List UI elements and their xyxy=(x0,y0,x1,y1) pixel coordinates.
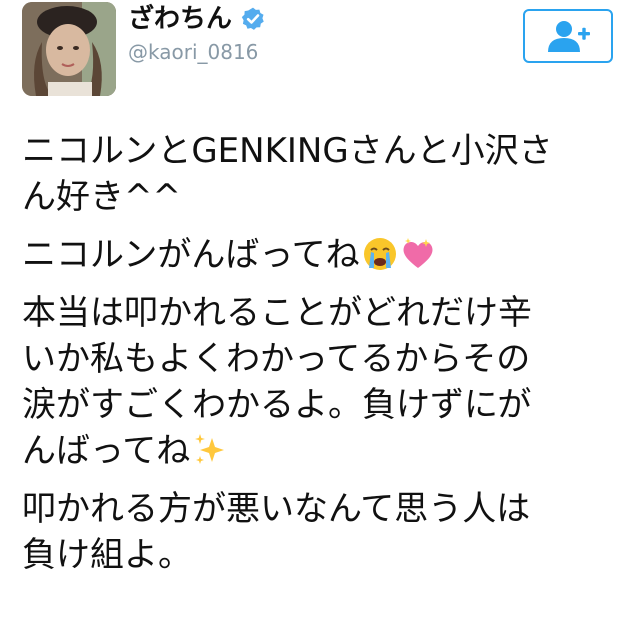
tweet-paragraph: ニコルンがんばってね xyxy=(22,232,622,278)
tweet-line: ん好き^^ xyxy=(22,177,181,217)
tweet-paragraph: 本当は叩かれることがどれだけ辛 いか私もよくわかってるからその 涙がすごくわかる… xyxy=(22,290,622,474)
tweet-line: 叩かれる方が悪いなんて思う人は xyxy=(22,489,531,529)
tweet-paragraph: ニコルンとGENKINGさんと小沢さ ん好き^^ xyxy=(22,128,622,220)
sparkling-heart-emoji-icon xyxy=(403,238,433,268)
tweet-line: ニコルンがんばってね xyxy=(22,235,360,275)
name-row: ざわちん xyxy=(128,4,266,34)
tweet-paragraph: 叩かれる方が悪いなんて思う人は 負け組よ。 xyxy=(22,486,622,578)
tweet-body: ニコルンとGENKINGさんと小沢さ ん好き^^ ニコルンがんばってね 本当は叩… xyxy=(22,128,622,590)
display-name[interactable]: ざわちん xyxy=(128,4,232,34)
crying-face-emoji-icon xyxy=(363,238,396,270)
avatar-photo-icon xyxy=(22,2,116,96)
tweet-line: 本当は叩かれることがどれだけ辛 xyxy=(22,293,532,333)
avatar[interactable] xyxy=(22,2,116,96)
tweet-header: ざわちん @kaori_0816 xyxy=(0,0,640,100)
tweet-line-with-emoji: ニコルンがんばってね xyxy=(22,232,622,278)
tweet-card: ざわちん @kaori_0816 ニコルンとGENKINGさんと小沢さ ん好き^… xyxy=(0,0,640,625)
tweet-line-with-emoji: んばってね xyxy=(22,428,622,474)
user-handle[interactable]: @kaori_0816 xyxy=(128,40,258,64)
tweet-line: 涙がすごくわかるよ。負けずにが xyxy=(22,385,532,425)
sparkles-emoji-icon xyxy=(195,434,225,464)
verified-badge-icon xyxy=(241,7,264,30)
add-user-icon xyxy=(548,21,590,52)
follow-button[interactable] xyxy=(523,9,613,63)
tweet-line: 負け組よ。 xyxy=(22,535,192,575)
tweet-line: ニコルンとGENKINGさんと小沢さ xyxy=(22,131,553,171)
tweet-line: んばってね xyxy=(22,431,191,471)
tweet-line: いか私もよくわかってるからその xyxy=(22,339,531,379)
